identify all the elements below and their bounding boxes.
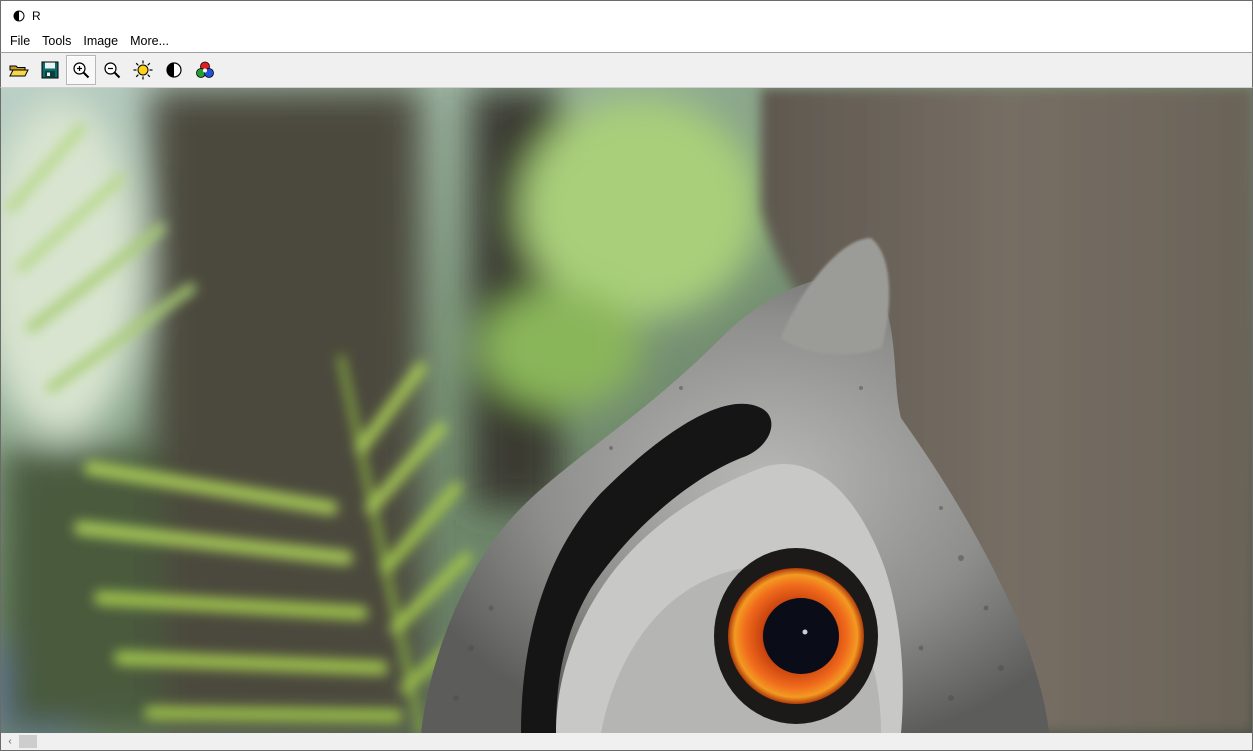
save-disk-icon [41, 61, 59, 79]
color-balance-rgb-icon [196, 61, 214, 78]
scroll-thumb[interactable] [19, 735, 37, 748]
zoom-out-button[interactable] [97, 55, 127, 85]
zoom-out-icon [104, 62, 121, 79]
menu-more[interactable]: More... [126, 30, 173, 52]
menu-file[interactable]: File [6, 30, 34, 52]
save-button[interactable] [35, 55, 65, 85]
brightness-sun-icon [133, 60, 153, 80]
toolbar [0, 52, 1253, 88]
title-bar: R [0, 0, 1253, 30]
menu-image[interactable]: Image [79, 30, 122, 52]
menu-bar: File Tools Image More... [0, 30, 1253, 52]
horizontal-scrollbar[interactable]: ‹ [0, 733, 1253, 751]
image-viewport[interactable] [0, 88, 1253, 733]
color-balance-button[interactable] [190, 55, 220, 85]
owl-photo [1, 88, 1252, 733]
open-folder-icon [9, 65, 29, 77]
brightness-button[interactable] [128, 55, 158, 85]
menu-tools[interactable]: Tools [38, 30, 75, 52]
zoom-in-icon [73, 62, 90, 79]
zoom-in-button[interactable] [66, 55, 96, 85]
half-circle-contrast-icon [13, 10, 25, 22]
contrast-button[interactable] [159, 55, 189, 85]
scroll-left-arrow-icon[interactable]: ‹ [2, 733, 18, 750]
open-button[interactable] [4, 55, 34, 85]
contrast-icon [166, 62, 182, 78]
window-title: R [32, 8, 41, 23]
